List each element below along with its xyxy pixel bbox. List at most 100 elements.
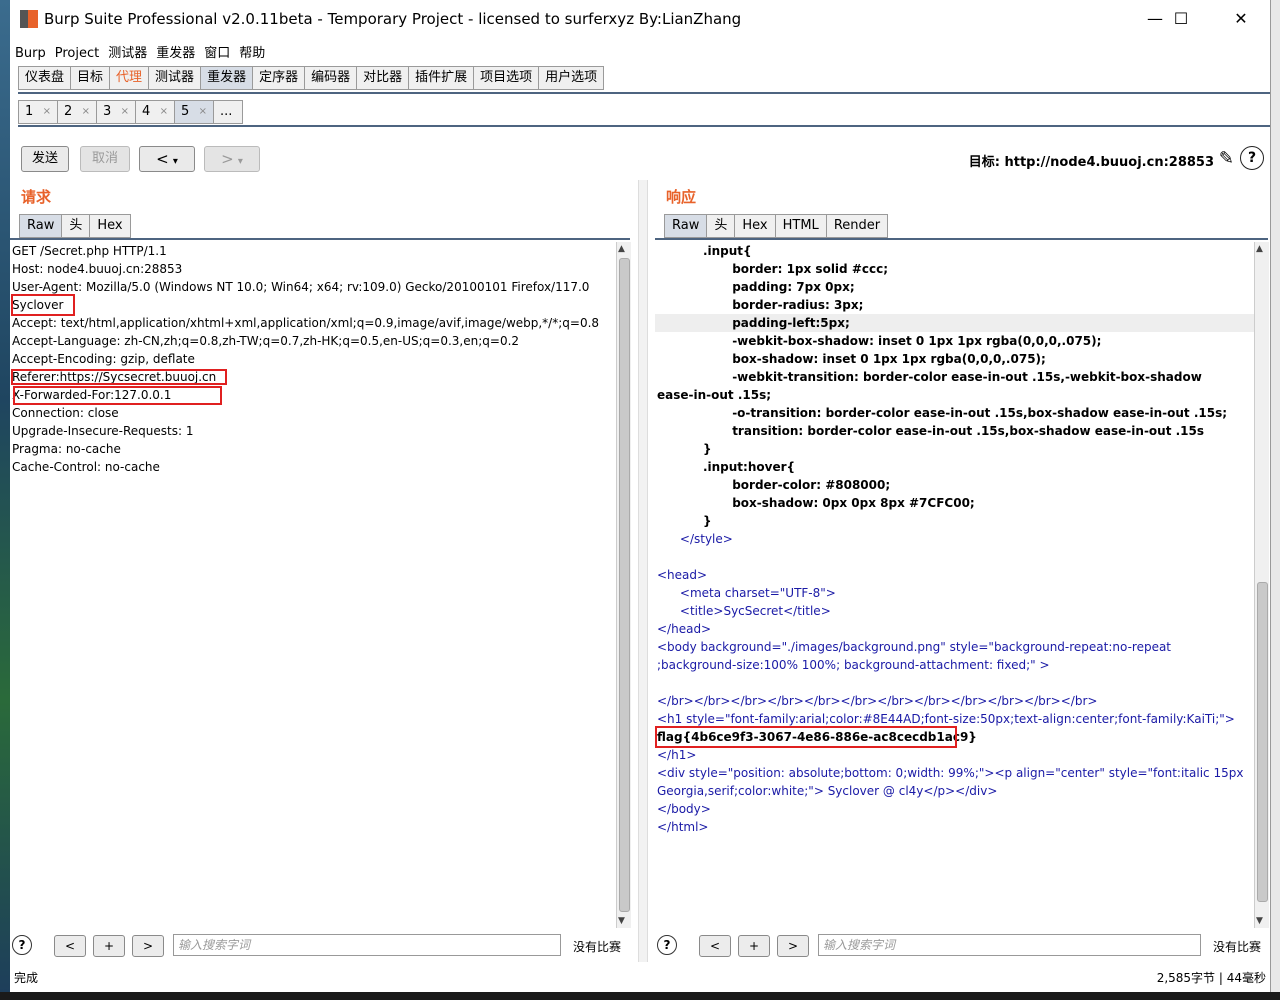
- menu-repeater[interactable]: 重发器: [151, 38, 199, 61]
- title-bar: Burp Suite Professional v2.0.11beta - Te…: [10, 0, 1270, 38]
- response-line: border: 1px solid #ccc;: [657, 262, 889, 276]
- menu-burp[interactable]: Burp: [10, 42, 50, 61]
- back-button[interactable]: < ▾: [139, 146, 195, 172]
- request-title: 请求: [21, 188, 52, 206]
- request-editor[interactable]: GET /Secret.php HTTP/1.1 Host: node4.buu…: [10, 242, 614, 928]
- response-line: </body>: [657, 802, 711, 816]
- request-line: Accept-Encoding: gzip, deflate: [12, 352, 195, 366]
- response-scrollbar[interactable]: ▲ ▼: [1254, 242, 1269, 928]
- search-prev-button[interactable]: <: [54, 935, 86, 957]
- scroll-down-icon[interactable]: ▼: [618, 916, 625, 926]
- scroll-up-icon[interactable]: ▲: [618, 244, 625, 254]
- response-line: .input{: [657, 244, 752, 258]
- response-line: </style>: [657, 532, 733, 546]
- close-tab-icon[interactable]: ×: [199, 101, 207, 123]
- tab-project-options[interactable]: 项目选项: [473, 66, 540, 90]
- response-tab-hex[interactable]: Hex: [734, 214, 776, 238]
- burp-window: Burp Suite Professional v2.0.11beta - Te…: [10, 0, 1271, 992]
- response-tab-headers[interactable]: 头: [706, 214, 736, 238]
- response-tab-raw[interactable]: Raw: [664, 214, 708, 238]
- search-next-button[interactable]: >: [132, 935, 164, 957]
- response-search-input[interactable]: [818, 934, 1201, 956]
- search-help-icon[interactable]: ?: [657, 935, 677, 955]
- menu-project[interactable]: Project: [50, 42, 103, 61]
- close-tab-icon[interactable]: ×: [43, 101, 51, 123]
- tab-dashboard[interactable]: 仪表盘: [18, 66, 72, 90]
- target-label: 目标: http://node4.buuoj.cn:28853: [968, 155, 1214, 170]
- tab-comparer[interactable]: 对比器: [356, 66, 410, 90]
- search-next-button[interactable]: >: [777, 935, 809, 957]
- cancel-button[interactable]: 取消: [80, 146, 130, 172]
- repeater-tab-4[interactable]: 4 ×: [135, 100, 175, 124]
- response-title: 响应: [666, 188, 697, 206]
- repeater-tab-5[interactable]: 5 ×: [174, 100, 214, 124]
- response-editor[interactable]: .input{ border: 1px solid #ccc; padding:…: [655, 242, 1254, 928]
- repeater-tab-label: 1: [25, 104, 34, 119]
- menu-help[interactable]: 帮助: [234, 38, 269, 61]
- main-tabs-divider: [18, 92, 1270, 94]
- close-tab-icon[interactable]: ×: [121, 101, 129, 123]
- tab-user-options[interactable]: 用户选项: [538, 66, 605, 90]
- request-line: Upgrade-Insecure-Requests: 1: [12, 424, 194, 438]
- response-pane: 响应 Raw 头 Hex HTML Render .input{ border: 1px…: [655, 180, 1270, 962]
- request-line: GET /Secret.php HTTP/1.1: [12, 244, 167, 258]
- request-scroll-thumb[interactable]: [619, 258, 630, 912]
- highlight-box-syclover: [11, 294, 75, 316]
- response-line: box-shadow: inset 0 1px 1px rgba(0,0,0,.…: [657, 352, 1046, 366]
- request-tab-hex[interactable]: Hex: [89, 214, 131, 238]
- request-search-bar: ? < + > 没有比赛: [10, 932, 632, 960]
- main-tabs: 仪表盘 目标 代理 测试器 重发器 定序器 编码器 对比器 插件扩展 项目选项 用户选项: [18, 66, 605, 92]
- response-tab-html[interactable]: HTML: [774, 214, 827, 238]
- close-button[interactable]: ✕: [1218, 6, 1264, 32]
- response-line: <title>SycSecret</title>: [657, 604, 831, 618]
- menu-intruder[interactable]: 测试器: [103, 38, 151, 61]
- search-help-icon[interactable]: ?: [12, 935, 32, 955]
- edit-target-icon[interactable]: ✎: [1219, 148, 1234, 169]
- tab-decoder[interactable]: 编码器: [304, 66, 358, 90]
- repeater-tab-label: 5: [181, 104, 190, 119]
- desktop-background-right: [1270, 0, 1280, 1000]
- request-tab-raw[interactable]: Raw: [19, 214, 63, 238]
- scroll-down-icon[interactable]: ▼: [1256, 916, 1263, 926]
- back-arrow-icon: <: [156, 150, 169, 168]
- forward-button[interactable]: > ▾: [204, 146, 260, 172]
- menu-bar: Burp Project 测试器 重发器 窗口 帮助: [10, 38, 1270, 62]
- send-button[interactable]: 发送: [21, 146, 69, 172]
- request-scrollbar[interactable]: ▲ ▼: [616, 242, 631, 928]
- desktop-background-left: [0, 0, 10, 1000]
- response-tabs-divider: [655, 238, 1268, 240]
- repeater-tab-2[interactable]: 2 ×: [57, 100, 97, 124]
- request-line: Host: node4.buuoj.cn:28853: [12, 262, 183, 276]
- tab-target[interactable]: 目标: [70, 66, 111, 90]
- response-line: -o-transition: border-color ease-in-out …: [657, 406, 1228, 420]
- response-tab-render[interactable]: Render: [825, 214, 889, 238]
- request-search-input[interactable]: [173, 934, 561, 956]
- repeater-tab-3[interactable]: 3 ×: [96, 100, 136, 124]
- repeater-tab-new[interactable]: ...: [213, 100, 243, 124]
- tab-extender[interactable]: 插件扩展: [408, 66, 475, 90]
- highlight-box-xff: [13, 386, 222, 405]
- response-line: transition: border-color ease-in-out .15…: [657, 424, 1205, 438]
- repeater-tab-1[interactable]: 1 ×: [18, 100, 58, 124]
- maximize-button[interactable]: ☐: [1158, 6, 1204, 32]
- response-line: }: [657, 514, 712, 528]
- tab-intruder[interactable]: 测试器: [148, 66, 202, 90]
- tab-sequencer[interactable]: 定序器: [252, 66, 306, 90]
- help-icon[interactable]: ?: [1240, 146, 1264, 170]
- close-tab-icon[interactable]: ×: [82, 101, 90, 123]
- response-scroll-thumb[interactable]: [1257, 582, 1268, 902]
- response-line: ease-in-out .15s;: [657, 388, 772, 402]
- burp-logo-icon: [20, 10, 38, 28]
- tab-proxy[interactable]: 代理: [109, 66, 150, 90]
- menu-window[interactable]: 窗口: [199, 38, 234, 61]
- tab-repeater[interactable]: 重发器: [200, 66, 254, 90]
- search-prev-button[interactable]: <: [699, 935, 731, 957]
- response-line: box-shadow: 0px 0px 8px #7CFC00;: [657, 496, 975, 510]
- status-text: 完成: [14, 971, 39, 985]
- scroll-up-icon[interactable]: ▲: [1256, 244, 1263, 254]
- close-tab-icon[interactable]: ×: [160, 101, 168, 123]
- search-add-button[interactable]: +: [93, 935, 125, 957]
- pane-splitter[interactable]: [638, 180, 648, 962]
- request-tab-headers[interactable]: 头: [61, 214, 91, 238]
- search-add-button[interactable]: +: [738, 935, 770, 957]
